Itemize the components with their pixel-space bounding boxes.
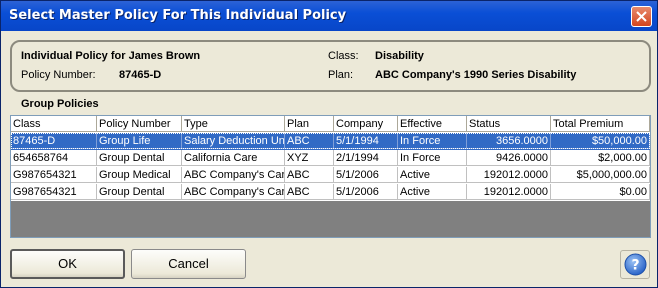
cell-effective: In Force <box>398 150 467 166</box>
class-label: Class: <box>328 50 359 62</box>
cell-type: California Care <box>182 150 285 166</box>
table-row[interactable]: G987654321 Group Medical ABC Company's C… <box>11 167 650 184</box>
cell-effective: In Force <box>398 133 467 149</box>
group-policies-grid[interactable]: Class Policy Number Type Plan Company Ef… <box>10 115 651 238</box>
grid-header: Class Policy Number Type Plan Company Ef… <box>11 116 650 133</box>
column-header-type[interactable]: Type <box>182 116 285 132</box>
policy-number-value: 87465-D <box>119 69 162 81</box>
dialog-body: Individual Policy for James Brown Policy… <box>1 31 657 287</box>
cell-company: 5/1/2006 <box>334 167 398 183</box>
cell-total-premium: $0.00 <box>551 184 650 200</box>
cell-class: 654658764 <box>11 150 97 166</box>
help-icon: ? <box>624 253 647 276</box>
cell-plan: ABC <box>285 184 334 200</box>
column-header-total-premium[interactable]: Total Premium <box>551 116 650 132</box>
cell-class: 87465-D <box>11 133 97 149</box>
cell-status: 3656.0000 <box>467 133 551 149</box>
window-title: Select Master Policy For This Individual… <box>9 8 347 23</box>
plan-value: ABC Company's 1990 Series Disability <box>375 69 577 81</box>
column-header-status[interactable]: Status <box>467 116 551 132</box>
cell-total-premium: $50,000.00 <box>551 133 650 149</box>
cell-class: G987654321 <box>11 184 97 200</box>
close-icon <box>636 11 647 22</box>
cell-type: Salary Deduction Un <box>182 133 285 149</box>
cell-policy-number: Group Dental <box>97 184 182 200</box>
cell-plan: XYZ <box>285 150 334 166</box>
individual-policy-heading: Individual Policy for James Brown <box>21 50 201 62</box>
cell-type: ABC Company's Car <box>182 184 285 200</box>
dialog-window: Select Master Policy For This Individual… <box>0 0 658 288</box>
cell-plan: ABC <box>285 167 334 183</box>
cell-policy-number: Group Dental <box>97 150 182 166</box>
cell-policy-number: Group Medical <box>97 167 182 183</box>
svg-text:?: ? <box>631 258 639 274</box>
cell-status: 192012.0000 <box>467 184 551 200</box>
cell-status: 9426.0000 <box>467 150 551 166</box>
cell-status: 192012.0000 <box>467 167 551 183</box>
policy-info-panel: Individual Policy for James Brown Policy… <box>10 40 651 92</box>
cell-company: 2/1/1994 <box>334 150 398 166</box>
column-header-plan[interactable]: Plan <box>285 116 334 132</box>
cell-class: G987654321 <box>11 167 97 183</box>
cell-effective: Active <box>398 167 467 183</box>
table-row[interactable]: 654658764 Group Dental California Care X… <box>11 150 650 167</box>
help-button[interactable]: ? <box>620 250 650 279</box>
column-header-policy-number[interactable]: Policy Number <box>97 116 182 132</box>
cell-type: ABC Company's Car <box>182 167 285 183</box>
cell-policy-number: Group Life <box>97 133 182 149</box>
column-header-class[interactable]: Class <box>11 116 97 132</box>
cell-total-premium: $2,000.00 <box>551 150 650 166</box>
policy-number-label: Policy Number: <box>21 69 96 81</box>
cell-company: 5/1/2006 <box>334 184 398 200</box>
cell-plan: ABC <box>285 133 334 149</box>
ok-button[interactable]: OK <box>10 249 125 279</box>
cancel-button[interactable]: Cancel <box>131 249 246 279</box>
cell-effective: Active <box>398 184 467 200</box>
title-bar[interactable]: Select Master Policy For This Individual… <box>1 1 657 31</box>
plan-label: Plan: <box>328 69 354 81</box>
table-row[interactable]: G987654321 Group Dental ABC Company's Ca… <box>11 184 650 201</box>
class-value: Disability <box>375 50 424 62</box>
cell-company: 5/1/1994 <box>334 133 398 149</box>
column-header-company[interactable]: Company <box>334 116 398 132</box>
group-policies-label: Group Policies <box>21 98 99 110</box>
column-header-effective[interactable]: Effective <box>398 116 467 132</box>
close-button[interactable] <box>631 6 652 27</box>
table-row[interactable]: 87465-D Group Life Salary Deduction Un A… <box>11 133 650 150</box>
cell-total-premium: $5,000,000.00 <box>551 167 650 183</box>
